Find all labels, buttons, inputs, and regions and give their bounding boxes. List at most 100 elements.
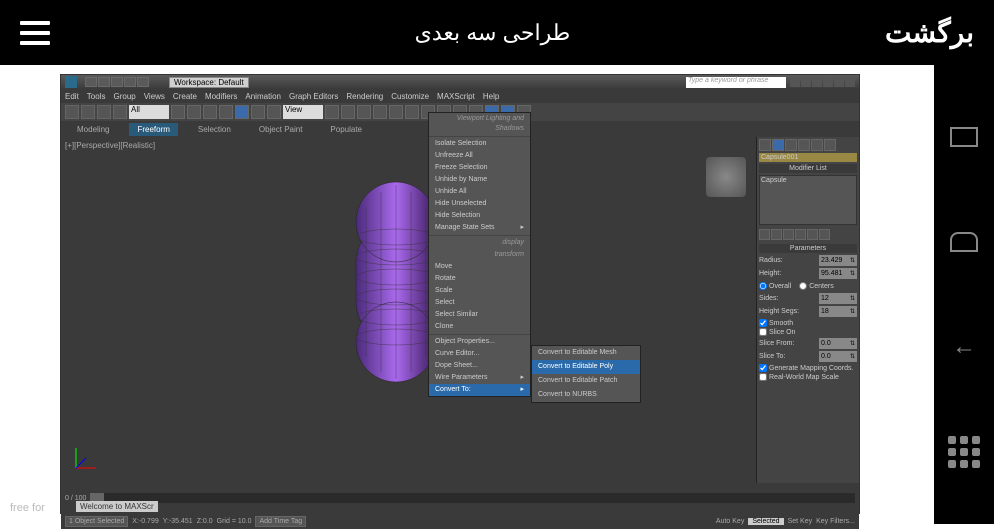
menu-rendering[interactable]: Rendering bbox=[346, 92, 383, 101]
hsegs-spinner[interactable]: 18 bbox=[819, 306, 857, 317]
tool-name-icon[interactable] bbox=[187, 105, 201, 119]
cm-move[interactable]: Move bbox=[429, 261, 530, 273]
sto-spinner[interactable]: 0.0 bbox=[819, 351, 857, 362]
tool-scale-icon[interactable] bbox=[267, 105, 281, 119]
tab-populate[interactable]: Populate bbox=[322, 123, 370, 136]
tab-modeling[interactable]: Modeling bbox=[69, 123, 117, 136]
sb-autokey[interactable]: Auto Key bbox=[716, 518, 744, 525]
sb-mode[interactable]: Selected bbox=[748, 518, 783, 525]
sm-editpoly[interactable]: Convert to Editable Poly bbox=[532, 360, 640, 374]
tool-snap-icon[interactable] bbox=[341, 105, 355, 119]
tool-rect-icon[interactable] bbox=[203, 105, 217, 119]
cm-curveed[interactable]: Curve Editor... bbox=[429, 348, 530, 360]
back-arrow-icon[interactable]: ← bbox=[948, 331, 980, 363]
hamburger-menu-icon[interactable] bbox=[20, 21, 50, 45]
cm-isolate[interactable]: Isolate Selection bbox=[429, 138, 530, 150]
menu-grapheditors[interactable]: Graph Editors bbox=[289, 92, 338, 101]
workspace-selector[interactable]: Workspace: Default bbox=[169, 77, 249, 88]
tool-mirror-icon[interactable] bbox=[389, 105, 403, 119]
cm-unhideall[interactable]: Unhide All bbox=[429, 186, 530, 198]
sm-editmesh[interactable]: Convert to Editable Mesh bbox=[532, 346, 640, 360]
cm-rotate[interactable]: Rotate bbox=[429, 273, 530, 285]
sb-keyfilters[interactable]: Key Filters... bbox=[816, 518, 855, 525]
tool-undo-icon[interactable] bbox=[65, 105, 79, 119]
cm-unhidename[interactable]: Unhide by Name bbox=[429, 174, 530, 186]
parameters-rollout[interactable]: Parameters bbox=[759, 244, 857, 253]
rwscale-checkbox[interactable]: Real-World Map Scale bbox=[759, 373, 857, 381]
object-name-field[interactable]: Capsule001 bbox=[759, 153, 857, 162]
gencoords-checkbox[interactable]: Generate Mapping Coords. bbox=[759, 364, 857, 372]
home-icon[interactable] bbox=[948, 226, 980, 258]
timeline[interactable]: 0 / 100 bbox=[61, 483, 859, 513]
cm-clone[interactable]: Clone bbox=[429, 321, 530, 333]
tool-pivot-icon[interactable] bbox=[325, 105, 339, 119]
viewcube-icon[interactable] bbox=[706, 157, 746, 197]
tool-rotate-icon[interactable] bbox=[251, 105, 265, 119]
cm-unfreeze[interactable]: Unfreeze All bbox=[429, 150, 530, 162]
recent-apps-icon[interactable] bbox=[948, 121, 980, 153]
back-button[interactable]: برگشت bbox=[885, 16, 974, 49]
cm-dopesheet[interactable]: Dope Sheet... bbox=[429, 360, 530, 372]
tool-move-icon[interactable] bbox=[235, 105, 249, 119]
cm-scale[interactable]: Scale bbox=[429, 285, 530, 297]
menu-modifiers[interactable]: Modifiers bbox=[205, 92, 237, 101]
menu-create[interactable]: Create bbox=[173, 92, 197, 101]
viewport[interactable]: [+][Perspective][Realistic] bbox=[61, 137, 756, 483]
cm-objprops[interactable]: Object Properties... bbox=[429, 336, 530, 348]
tool-window-icon[interactable] bbox=[219, 105, 233, 119]
menu-animation[interactable]: Animation bbox=[245, 92, 281, 101]
selection-filter[interactable]: All bbox=[129, 105, 169, 119]
modifier-list-dropdown[interactable]: Modifier List bbox=[759, 164, 857, 173]
app-header: طراحی سه بعدی برگشت bbox=[0, 0, 994, 65]
menu-help[interactable]: Help bbox=[483, 92, 499, 101]
overall-radio[interactable]: Overall bbox=[759, 282, 791, 290]
cm-statesets[interactable]: Manage State Sets bbox=[429, 222, 530, 234]
radius-spinner[interactable]: 23.429 bbox=[819, 255, 857, 266]
smooth-checkbox[interactable]: Smooth bbox=[759, 319, 857, 327]
tool-angle-icon[interactable] bbox=[357, 105, 371, 119]
tool-percent-icon[interactable] bbox=[373, 105, 387, 119]
modify-tab-icon[interactable] bbox=[772, 139, 784, 151]
app-icon[interactable] bbox=[65, 76, 77, 88]
cm-freeze[interactable]: Freeze Selection bbox=[429, 162, 530, 174]
sb-addtag[interactable]: Add Time Tag bbox=[255, 516, 306, 527]
menu-group[interactable]: Group bbox=[113, 92, 135, 101]
menu-edit[interactable]: Edit bbox=[65, 92, 79, 101]
tool-select-icon[interactable] bbox=[171, 105, 185, 119]
sb-z[interactable]: Z:0.0 bbox=[197, 518, 213, 525]
viewport-label[interactable]: [+][Perspective][Realistic] bbox=[65, 141, 155, 150]
tab-objectpaint[interactable]: Object Paint bbox=[251, 123, 311, 136]
cm-wireparams[interactable]: Wire Parameters bbox=[429, 372, 530, 384]
menu-customize[interactable]: Customize bbox=[391, 92, 429, 101]
sides-spinner[interactable]: 12 bbox=[819, 293, 857, 304]
cm-select[interactable]: Select bbox=[429, 297, 530, 309]
sb-setkey[interactable]: Set Key bbox=[788, 518, 813, 525]
height-spinner[interactable]: 95.481 bbox=[819, 268, 857, 279]
cm-hidesel[interactable]: Hide Selection bbox=[429, 210, 530, 222]
sm-editpatch[interactable]: Convert to Editable Patch bbox=[532, 374, 640, 388]
tab-freeform[interactable]: Freeform bbox=[129, 123, 177, 136]
centers-radio[interactable]: Centers bbox=[799, 282, 834, 290]
menu-views[interactable]: Views bbox=[144, 92, 165, 101]
modifier-stack[interactable]: Capsule bbox=[759, 175, 857, 225]
cm-convertto[interactable]: Convert To: bbox=[429, 384, 530, 396]
cm-selectsimilar[interactable]: Select Similar bbox=[429, 309, 530, 321]
sfrom-spinner[interactable]: 0.0 bbox=[819, 338, 857, 349]
tool-link-icon[interactable] bbox=[97, 105, 111, 119]
slice-checkbox[interactable]: Slice On bbox=[759, 328, 857, 336]
sb-y[interactable]: Y:-35.451 bbox=[163, 518, 193, 525]
tool-align-icon[interactable] bbox=[405, 105, 419, 119]
sb-x[interactable]: X:-0.799 bbox=[132, 518, 158, 525]
tool-redo-icon[interactable] bbox=[81, 105, 95, 119]
search-input[interactable]: Type a keyword or phrase bbox=[686, 77, 786, 88]
sm-nurbs[interactable]: Convert to NURBS bbox=[532, 388, 640, 402]
menu-tools[interactable]: Tools bbox=[87, 92, 106, 101]
tab-selection[interactable]: Selection bbox=[190, 123, 239, 136]
tool-unlink-icon[interactable] bbox=[113, 105, 127, 119]
cm-hideunsel[interactable]: Hide Unselected bbox=[429, 198, 530, 210]
ref-coord[interactable]: View bbox=[283, 105, 323, 119]
axis-gizmo-icon bbox=[71, 443, 101, 473]
menu-maxscript[interactable]: MAXScript bbox=[437, 92, 475, 101]
time-slider[interactable] bbox=[90, 493, 855, 503]
apps-grid-icon[interactable] bbox=[948, 436, 980, 468]
